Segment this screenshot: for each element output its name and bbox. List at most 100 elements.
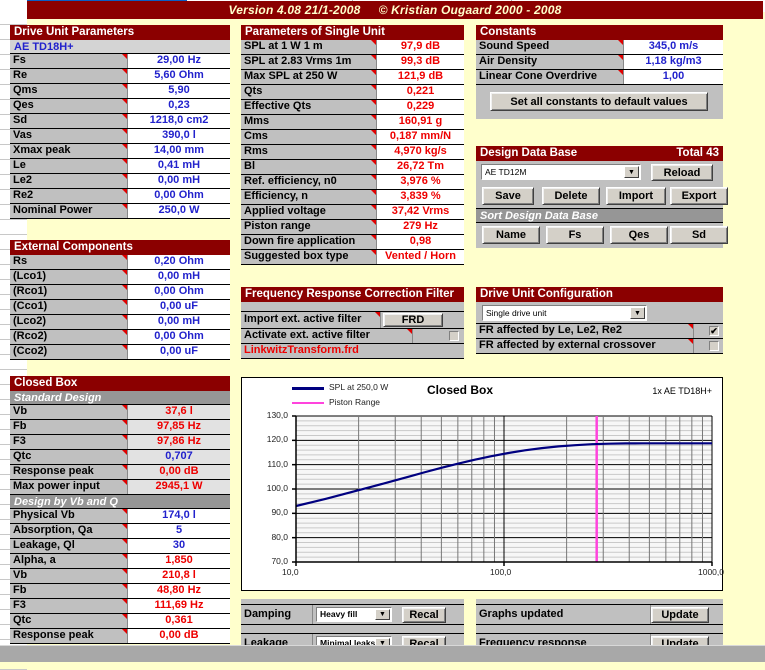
row-label: (Lco2) [10, 315, 128, 329]
row-value[interactable]: 0,221 [377, 85, 464, 99]
row-label: Max SPL at 250 W [241, 70, 377, 84]
constants-panel: Constants Sound Speed 345,0 m/s Air Densit… [476, 25, 723, 119]
table-row: Physical Vb 174,0 l [10, 509, 230, 524]
database-save-button[interactable]: Save [482, 187, 534, 205]
frcf-filename-row: LinkwitzTransform.frd [241, 344, 464, 359]
row-value[interactable]: 210,8 l [128, 569, 230, 583]
row-value[interactable]: 4,970 kg/s [377, 145, 464, 159]
row-value[interactable]: 29,00 Hz [128, 54, 230, 68]
chevron-down-icon[interactable]: ▼ [630, 307, 645, 319]
fr-le-label: FR affected by Le, Le2, Re2 [476, 324, 694, 338]
set-defaults-button[interactable]: Set all constants to default values [490, 92, 708, 111]
row-value[interactable]: 3,976 % [377, 175, 464, 189]
fr-crossover-checkbox[interactable] [709, 341, 719, 351]
row-value[interactable]: 37,6 l [128, 405, 230, 419]
row-value[interactable]: 48,80 Hz [128, 584, 230, 598]
damping-select[interactable]: Heavy fill ▼ [316, 607, 392, 622]
row-value[interactable]: 0,00 Ohm [128, 189, 230, 203]
row-value[interactable]: 26,72 Tm [377, 160, 464, 174]
frcf-activate-label: Activate ext. active filter [241, 329, 413, 343]
sort-by-name-button[interactable]: Name [482, 226, 540, 244]
row-value[interactable]: 174,0 l [128, 509, 230, 523]
y-tick-label: 100,0 [266, 483, 288, 493]
row-value[interactable]: 0,00 uF [128, 300, 230, 314]
database-delete-button[interactable]: Delete [542, 187, 600, 205]
row-value[interactable]: 0,00 mH [128, 270, 230, 284]
table-row: Sound Speed 345,0 m/s [476, 40, 723, 55]
row-value[interactable]: 0,187 mm/N [377, 130, 464, 144]
database-import-button[interactable]: Import [606, 187, 666, 205]
fr-crossover-label: FR affected by external crossover [476, 339, 694, 353]
sort-by-fs-button[interactable]: Fs [546, 226, 604, 244]
graphs-update-button[interactable]: Update [651, 607, 709, 623]
row-value[interactable]: 0,23 [128, 99, 230, 113]
row-value[interactable]: 1,18 kg/m3 [624, 55, 723, 69]
row-value[interactable]: 0,00 Ohm [128, 330, 230, 344]
row-value[interactable]: 99,3 dB [377, 55, 464, 69]
row-value[interactable]: 37,42 Vrms [377, 205, 464, 219]
database-select[interactable]: AE TD12M ▼ [481, 164, 641, 180]
row-value[interactable]: 1218,0 cm2 [128, 114, 230, 128]
frcf-filename[interactable]: LinkwitzTransform.frd [241, 344, 464, 358]
table-row: (Cco1) 0,00 uF [10, 300, 230, 315]
frcf-activate-row: Activate ext. active filter [241, 329, 464, 344]
row-value[interactable]: 160,91 g [377, 115, 464, 129]
row-value[interactable]: 121,9 dB [377, 70, 464, 84]
row-value[interactable]: 0,00 dB [128, 465, 230, 479]
row-value[interactable]: 0,707 [128, 450, 230, 464]
row-value[interactable]: 279 Hz [377, 220, 464, 234]
row-value[interactable]: 390,0 l [128, 129, 230, 143]
row-value[interactable]: 0,00 mH [128, 315, 230, 329]
y-tick-label: 90,0 [271, 507, 288, 518]
row-header-cell[interactable] [0, 10, 27, 25]
frcf-import-row: Import ext. active filter FRD [241, 312, 464, 329]
chevron-down-icon[interactable]: ▼ [375, 609, 390, 620]
row-value[interactable]: Vented / Horn [377, 250, 464, 264]
row-value[interactable]: 0,98 [377, 235, 464, 249]
row-label: Vb [10, 569, 128, 583]
row-label: Fb [10, 584, 128, 598]
row-value[interactable]: 0,00 mH [128, 174, 230, 188]
drive-unit-config-select[interactable]: Single drive unit ▼ [482, 305, 647, 321]
drive-unit-parameters-rows: Fs 29,00 Hz Re 5,60 Ohm Qms 5,90 Qes 0,23 Sd 1218… [10, 54, 230, 219]
row-value[interactable]: 3,839 % [377, 190, 464, 204]
row-value[interactable]: 0,361 [128, 614, 230, 628]
row-value[interactable]: 5 [128, 524, 230, 538]
database-export-button[interactable]: Export [670, 187, 728, 205]
frd-button[interactable]: FRD [383, 313, 443, 327]
row-value[interactable]: 111,69 Hz [128, 599, 230, 613]
row-value[interactable]: 97,86 Hz [128, 435, 230, 449]
row-value[interactable]: 5,60 Ohm [128, 69, 230, 83]
row-value[interactable]: 0,00 uF [128, 345, 230, 359]
row-value[interactable]: 1,00 [624, 70, 723, 84]
fr-le-checkbox[interactable]: ✔ [709, 326, 719, 336]
row-value[interactable]: 345,0 m/s [624, 40, 723, 54]
single-unit-panel: Parameters of Single Unit SPL at 1 W 1 m… [241, 25, 464, 265]
row-header-cell[interactable] [0, 220, 27, 235]
row-value[interactable]: 0,41 mH [128, 159, 230, 173]
row-value[interactable]: 0,229 [377, 100, 464, 114]
row-value[interactable]: 97,85 Hz [128, 420, 230, 434]
row-value[interactable]: 2945,1 W [128, 480, 230, 494]
row-label: Ref. efficiency, n0 [241, 175, 377, 189]
row-value[interactable]: 5,90 [128, 84, 230, 98]
row-value[interactable]: 0,00 Ohm [128, 285, 230, 299]
row-value[interactable]: 14,00 mm [128, 144, 230, 158]
table-row: Re2 0,00 Ohm [10, 189, 230, 204]
row-value[interactable]: 1,850 [128, 554, 230, 568]
chevron-down-icon[interactable]: ▼ [624, 166, 639, 178]
row-value[interactable]: 97,9 dB [377, 40, 464, 54]
row-value[interactable]: 0,00 dB [128, 629, 230, 643]
frequency-response-chart[interactable]: SPL at 250,0 W Piston Range Closed Box 1… [241, 377, 724, 591]
row-label: Leakage, Ql [10, 539, 128, 553]
sort-by-sd-button[interactable]: Sd [670, 226, 728, 244]
table-row: Bl 26,72 Tm [241, 160, 464, 175]
activate-filter-checkbox[interactable] [449, 331, 459, 341]
row-value[interactable]: 30 [128, 539, 230, 553]
reload-button[interactable]: Reload [651, 164, 713, 181]
damping-recalc-button[interactable]: Recal [402, 607, 446, 623]
row-value[interactable]: 250,0 W [128, 204, 230, 218]
row-value[interactable]: 0,20 Ohm [128, 255, 230, 269]
drive-unit-name[interactable]: AE TD18H+ [10, 40, 230, 54]
sort-by-qes-button[interactable]: Qes [610, 226, 668, 244]
